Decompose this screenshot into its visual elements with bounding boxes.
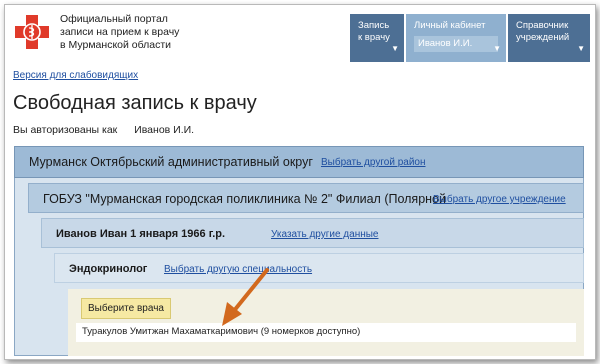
auth-prefix: Вы авторизованы как <box>13 124 118 136</box>
nav-appointment-line1: Запись <box>358 20 390 31</box>
nav-cabinet-label: Личный кабинет <box>414 20 486 31</box>
nav-cabinet-user: Иванов И.И. <box>414 36 498 52</box>
nav-personal-cabinet[interactable]: Личный кабинет Иванов И.И. ▼ <box>406 14 506 62</box>
portal-title-line: записи на прием к врачу <box>60 26 180 38</box>
low-vision-link[interactable]: Версия для слабовидящих <box>13 70 138 81</box>
main-nav: Запись к врачу ▼ Личный кабинет Иванов И… <box>350 14 590 62</box>
region-label: Мурманск Октябрьский административный ок… <box>29 155 313 169</box>
portal-title-line: Официальный портал <box>60 13 168 25</box>
portal-title: Официальный портал записи на прием к вра… <box>60 13 220 52</box>
specialty-panel: Эндокринолог Выбрать другую специальност… <box>54 253 584 283</box>
region-panel: Мурманск Октябрьский административный ок… <box>14 146 584 178</box>
nav-directory-line1: Справочник <box>516 20 569 31</box>
auth-username: Иванов И.И. <box>134 124 195 136</box>
change-patient-link[interactable]: Указать другие данные <box>271 229 379 240</box>
change-specialty-link[interactable]: Выбрать другую специальность <box>164 264 312 275</box>
nav-directory-line2: учреждений <box>516 32 570 43</box>
triangle-down-icon: ▼ <box>577 44 585 53</box>
change-institution-link[interactable]: Выбрать другое учреждение <box>433 194 566 205</box>
change-region-link[interactable]: Выбрать другой район <box>321 157 426 168</box>
auth-status: Вы авторизованы как Иванов И.И. <box>13 124 194 136</box>
doctor-list-item[interactable]: Туракулов Умитжан Махаматкаримович (9 но… <box>76 323 576 342</box>
specialty-label: Эндокринолог <box>69 263 148 275</box>
portal-title-line: в Мурманской области <box>60 39 172 51</box>
page-title: Свободная запись к врачу <box>13 92 257 114</box>
nav-directory[interactable]: Справочник учреждений ▼ <box>508 14 590 62</box>
doctor-panel: Выберите врача Туракулов Умитжан Махамат… <box>68 289 584 356</box>
nav-appointment[interactable]: Запись к врачу ▼ <box>350 14 404 62</box>
triangle-down-icon: ▼ <box>493 44 501 53</box>
portal-logo-icon <box>15 15 49 49</box>
patient-label: Иванов Иван 1 января 1966 г.р. <box>56 228 226 240</box>
triangle-down-icon: ▼ <box>391 44 399 53</box>
select-doctor-button[interactable]: Выберите врача <box>81 298 171 319</box>
institution-label: ГОБУЗ "Мурманская городская поликлиника … <box>43 192 446 206</box>
institution-panel: ГОБУЗ "Мурманская городская поликлиника … <box>28 183 584 213</box>
patient-panel: Иванов Иван 1 января 1966 г.р. Указать д… <box>41 218 584 248</box>
